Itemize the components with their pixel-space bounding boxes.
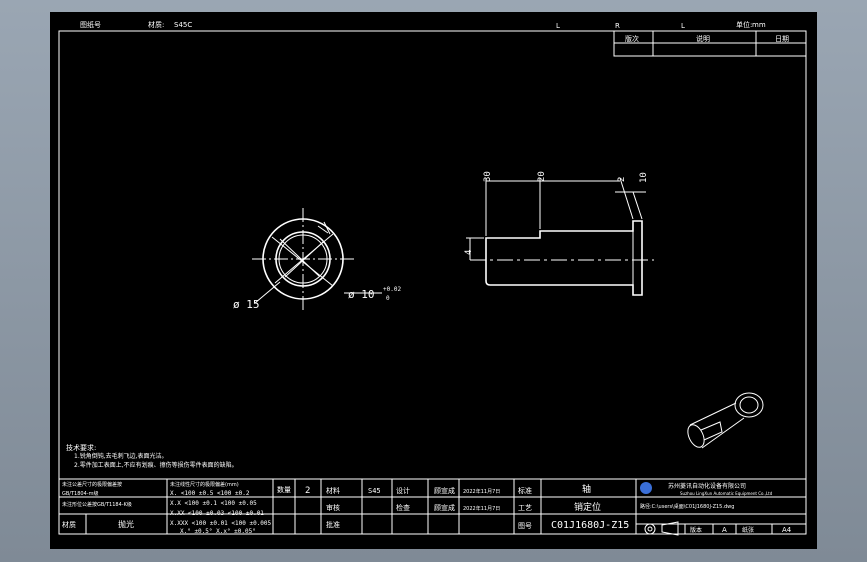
header-unit-value: mm (752, 21, 766, 29)
check-label: 检查 (396, 503, 410, 512)
header-marker-3: L (681, 22, 685, 30)
design-date: 2022年11月7日 (463, 488, 500, 495)
paper-size-label: 纸张 (742, 526, 754, 534)
qty-label: 数量 (277, 485, 291, 494)
dim-2: 2 (617, 177, 627, 182)
revision-table: 版次 说明 日期 (613, 30, 807, 57)
header-material-label: 材质: (148, 20, 164, 29)
header-marker-1: L (556, 22, 560, 30)
design-label: 设计 (396, 486, 410, 495)
tol-material-value: 抛光 (118, 519, 134, 529)
check-date: 2022年11月7日 (463, 505, 500, 512)
inner-diameter-dim: ø 10 (348, 288, 375, 301)
version-value: A (722, 526, 727, 534)
notes-item-2: 2.零件加工表面上,不应有划痕、擦伤等损伤零件表面的缺陷。 (74, 461, 238, 469)
end-view: ø 15 ø 10 +0.02 0 (233, 208, 401, 311)
version-label: 版本 (690, 526, 702, 534)
tol-left-row-2: GB/T1804-m级 (62, 490, 98, 497)
technical-notes: 技术要求: 1.锐角倒钝,去毛刺飞边,表面光洁。 2.零件加工表面上,不应有划痕… (66, 443, 238, 469)
isometric-view (687, 392, 764, 449)
header-left-label: 图纸号 (80, 20, 101, 29)
side-view: 30 20 2 10 4 (464, 171, 654, 296)
inner-frame (58, 30, 807, 535)
std-label: 标准 (518, 486, 532, 495)
check-name: 顾宣成 (434, 503, 455, 512)
tol-row-2: X.X <100 ±0.1 <100 ±0.05 (170, 500, 257, 507)
inner-diameter-tol-lower: 0 (386, 295, 390, 302)
header-marker-2: R (615, 22, 620, 30)
tol-row-5: X.° ±0.5° X.x° ±0.05° (180, 528, 256, 535)
drawing-number: C01J1680J-Z15 (551, 520, 629, 531)
revision-col-desc: 说明 (696, 34, 710, 43)
company-logo-icon (640, 482, 652, 494)
tol-row-4: X.XXX <100 ±0.01 <100 ±0.005 (170, 520, 272, 527)
dim-20: 20 (537, 171, 547, 182)
header-unit-label: 单位: (736, 20, 752, 29)
notes-title: 技术要求: (66, 443, 96, 452)
qty-value: 2 (305, 486, 310, 496)
tol-row-3: X.XX <100 ±0.03 <100 ±0.01 (170, 510, 264, 517)
material-label: 材料 (326, 486, 340, 495)
process-label: 工艺 (518, 504, 532, 512)
drawing-canvas: 图纸号 材质: S45C L R L 单位: mm 版次 说明 日期 ø 15 … (58, 20, 807, 536)
tol-left-row-3: 未注形位公差按GB/T1184-K级 (62, 501, 132, 508)
approve-label: 批准 (326, 520, 340, 529)
part-name: 轴 (582, 483, 591, 495)
design-name: 顾宣成 (434, 486, 455, 495)
review-label: 审核 (326, 503, 340, 512)
material-value: S45 (368, 487, 381, 495)
file-path: 路径:C:\users\桌面\C01J1680J-Z15.dwg (640, 503, 734, 510)
company-name-en: Suzhou LingXun Automatic Equipment Co.,L… (680, 491, 773, 496)
tol-left-row-1: 未注公差尺寸的极限偏差按 (62, 481, 122, 488)
dim-10: 10 (639, 172, 649, 183)
paper-size-value: A4 (782, 526, 792, 534)
cad-viewport[interactable]: 图纸号 材质: S45C L R L 单位: mm 版次 说明 日期 ø 15 … (0, 0, 867, 562)
revision-col-version: 版次 (625, 34, 639, 43)
tol-row-1: X. <100 ±0.5 <100 ±0.2 (170, 490, 250, 497)
notes-item-1: 1.锐角倒钝,去毛刺飞边,表面光洁。 (74, 452, 168, 460)
company-name-cn: 苏州菱讯自动化设备有限公司 (668, 482, 746, 490)
part-name-2: 销定位 (574, 501, 601, 513)
drawing-sheet: 图纸号 材质: S45C L R L 单位: mm 版次 说明 日期 ø 15 … (50, 12, 817, 549)
title-block: 未注公差尺寸的极限偏差按 GB/T1804-m级 未注形位公差按GB/T1184… (58, 478, 807, 536)
tol-material-label: 材质 (62, 520, 76, 529)
inner-diameter-tol-upper: +0.02 (383, 286, 401, 293)
revision-col-date: 日期 (775, 35, 789, 43)
tol-heading: 未注线性尺寸的极限偏差(mm) (170, 481, 239, 488)
outer-diameter-dim: ø 15 (233, 298, 260, 311)
header-material-value: S45C (174, 21, 192, 29)
drawing-no-label: 图号 (518, 522, 532, 530)
dim-30: 30 (483, 171, 493, 182)
dim-4: 4 (464, 250, 474, 255)
